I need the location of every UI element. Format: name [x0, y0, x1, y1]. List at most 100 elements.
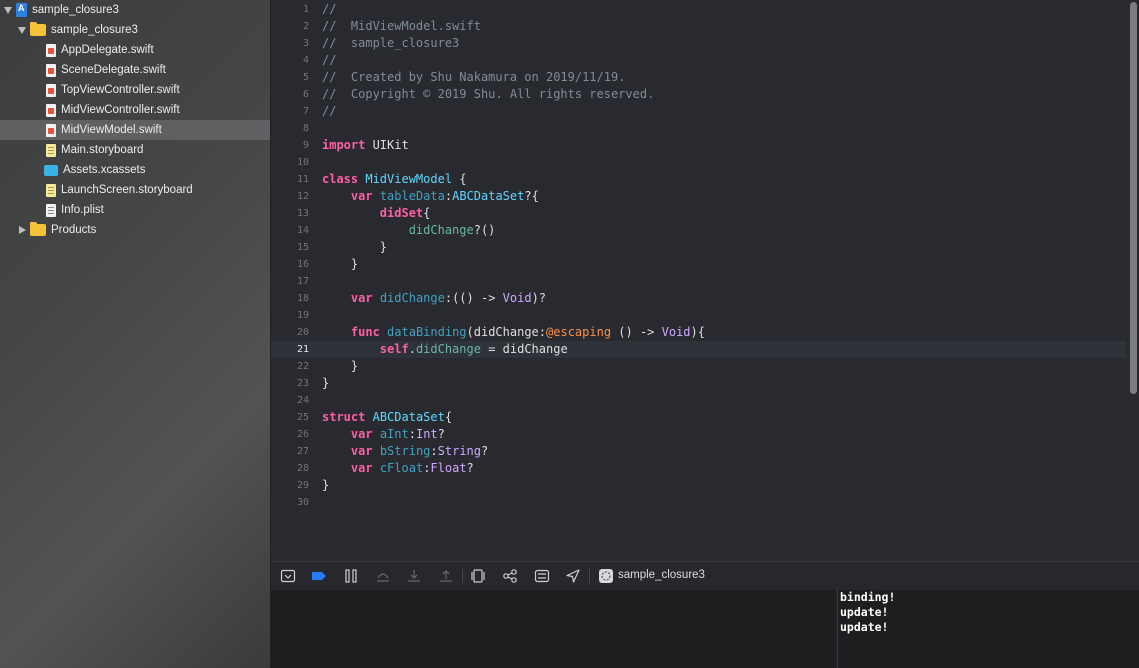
- navigator-item[interactable]: Products: [0, 220, 270, 240]
- step-out-icon[interactable]: [438, 568, 454, 584]
- line-number: 12: [296, 191, 309, 202]
- code-line[interactable]: class MidViewModel {: [322, 171, 467, 188]
- code-token: dataBinding: [387, 325, 467, 339]
- code-line[interactable]: }: [322, 358, 358, 375]
- code-token: var: [350, 444, 373, 458]
- code-token: = didChange: [480, 342, 568, 356]
- code-token: :: [444, 189, 453, 203]
- debug-view-hierarchy-icon[interactable]: [470, 568, 486, 584]
- navigator-item-label: sample_closure3: [51, 24, 138, 36]
- navigator-item[interactable]: sample_closure3: [0, 0, 270, 20]
- console-output[interactable]: binding! update! update!: [837, 590, 1139, 668]
- navigator-item[interactable]: sample_closure3: [0, 20, 270, 40]
- navigator-item[interactable]: Info.plist: [0, 200, 270, 220]
- step-over-icon[interactable]: [375, 568, 391, 584]
- code-line[interactable]: didChange?(): [322, 222, 496, 239]
- code-token: didSet: [379, 206, 424, 220]
- navigator-item-label: Assets.xcassets: [63, 164, 146, 176]
- line-number: 25: [296, 412, 309, 423]
- environment-overrides-icon[interactable]: [534, 568, 550, 584]
- code-line[interactable]: var didChange:(() -> Void)?: [322, 290, 546, 307]
- toolbar-separator: [462, 569, 463, 583]
- navigator-item[interactable]: Main.storyboard: [0, 140, 270, 160]
- debug-memory-graph-icon[interactable]: [502, 568, 518, 584]
- navigator-item[interactable]: Assets.xcassets: [0, 160, 270, 180]
- code-token: @escaping: [546, 325, 612, 339]
- code-line[interactable]: //: [322, 1, 336, 18]
- navigator-item[interactable]: AppDelegate.swift: [0, 40, 270, 60]
- code-token: var: [350, 189, 373, 203]
- navigator-item-label: SceneDelegate.swift: [61, 64, 166, 76]
- line-number: 24: [296, 395, 309, 406]
- navigator-item-label: MidViewModel.swift: [61, 124, 162, 136]
- code-line[interactable]: }: [322, 239, 387, 256]
- disclosure-open-icon[interactable]: [18, 26, 26, 34]
- navigator-item-label: Info.plist: [61, 204, 104, 216]
- navigator-item[interactable]: SceneDelegate.swift: [0, 60, 270, 80]
- navigator-item[interactable]: MidViewController.swift: [0, 100, 270, 120]
- navigator-item[interactable]: MidViewModel.swift: [0, 120, 270, 140]
- simulate-location-icon[interactable]: [565, 568, 581, 584]
- code-line[interactable]: func dataBinding(didChange:@escaping () …: [322, 324, 705, 341]
- code-line[interactable]: import UIKit: [322, 137, 409, 154]
- variables-view[interactable]: [271, 590, 836, 668]
- line-number: 30: [296, 497, 309, 508]
- code-line[interactable]: var cFloat:Float?: [322, 460, 474, 477]
- code-line[interactable]: //: [322, 103, 336, 120]
- code-line[interactable]: var aInt:Int?: [322, 426, 445, 443]
- code-token: ?{: [524, 189, 539, 203]
- code-line[interactable]: }: [322, 477, 329, 494]
- code-line[interactable]: struct ABCDataSet{: [322, 409, 452, 426]
- source-editor[interactable]: 1 2 3 4 5 6 7 8 9 10 11 12 13 14 15 16 17 18 19 20 21 22 23 24 2…: [271, 0, 1139, 561]
- navigator-item[interactable]: TopViewController.swift: [0, 80, 270, 100]
- debug-toolbar: sample_closure3: [271, 561, 1139, 591]
- code-line[interactable]: }: [322, 375, 329, 392]
- step-into-icon[interactable]: [406, 568, 422, 584]
- disclosure-closed-icon[interactable]: [19, 226, 26, 234]
- code-token: () ->: [611, 325, 662, 339]
- hide-debug-area-icon[interactable]: [280, 568, 296, 584]
- code-token: ABCDataSet: [372, 410, 445, 424]
- code-token: class: [322, 172, 359, 186]
- code-token: {: [444, 410, 453, 424]
- code-token: // sample_closure3: [322, 36, 460, 50]
- code-token: import: [322, 138, 366, 152]
- editor-scrollbar[interactable]: [1130, 2, 1137, 394]
- code-line[interactable]: // Created by Shu Nakamura on 2019/11/19…: [322, 69, 625, 86]
- code-line[interactable]: didSet{: [322, 205, 431, 222]
- folder-file-icon: [30, 222, 46, 236]
- line-number: 16: [296, 259, 309, 270]
- app-icon: [599, 569, 613, 583]
- code-token: :(() ->: [444, 291, 503, 305]
- line-number: 10: [296, 157, 309, 168]
- line-number: 11: [296, 174, 309, 185]
- code-line[interactable]: // Copyright © 2019 Shu. All rights rese…: [322, 86, 654, 103]
- process-label[interactable]: sample_closure3: [618, 569, 705, 581]
- code-line[interactable]: //: [322, 52, 336, 69]
- code-token: didChange: [415, 342, 481, 356]
- navigator-item[interactable]: LaunchScreen.storyboard: [0, 180, 270, 200]
- line-number: 21: [296, 344, 309, 355]
- code-line[interactable]: // MidViewModel.swift: [322, 18, 481, 35]
- breakpoints-toggle-icon[interactable]: [311, 568, 327, 584]
- code-line[interactable]: self.didChange = didChange: [322, 341, 568, 358]
- line-number: 13: [296, 208, 309, 219]
- disclosure-open-icon[interactable]: [4, 6, 12, 14]
- code-token: var: [350, 461, 373, 475]
- code-line[interactable]: var bString:String?: [322, 443, 488, 460]
- line-number: 17: [296, 276, 309, 287]
- code-token: bString: [379, 444, 431, 458]
- pause-continue-icon[interactable]: [343, 568, 359, 584]
- swift-file-icon: [46, 123, 56, 137]
- project-navigator: sample_closure3 sample_closure3 AppDelegat…: [0, 0, 270, 668]
- code-line[interactable]: // sample_closure3: [322, 35, 459, 52]
- code-token: struct: [322, 410, 366, 424]
- code-line[interactable]: }: [322, 256, 358, 273]
- code-line[interactable]: var tableData:ABCDataSet?{: [322, 188, 539, 205]
- line-number: 14: [296, 225, 309, 236]
